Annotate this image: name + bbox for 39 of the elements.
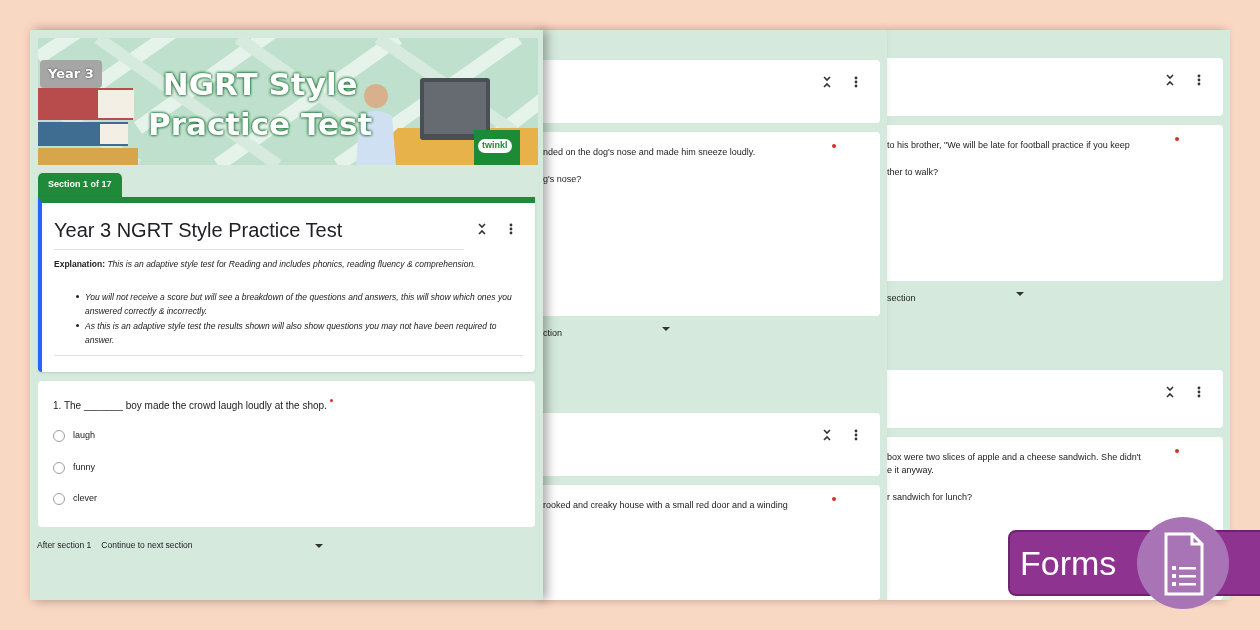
question-text: to his brother, "We will be late for football practice if you keep (887, 138, 1130, 152)
collapse-icon[interactable] (477, 222, 487, 235)
after-section-label: After section 1 (37, 539, 92, 552)
question-text: box were two slices of apple and a cheese sandwich. She didn't e it anyway. (887, 451, 1141, 478)
collapse-icon[interactable] (1165, 386, 1175, 399)
more-icon[interactable] (854, 429, 858, 442)
caret-icon (662, 326, 670, 331)
more-icon[interactable] (1197, 386, 1201, 399)
question-text: r sandwich for lunch? (887, 491, 973, 505)
description: Explanation: This is an adaptive style test for Reading and includes phonics, reading fluency & comprehension. (54, 257, 477, 271)
collapse-icon[interactable] (1165, 74, 1175, 86)
banner-title: NGRT Style Practice Test (148, 65, 373, 144)
caret-icon (1015, 291, 1024, 296)
more-icon[interactable] (854, 76, 858, 88)
forms-label: Forms (1020, 542, 1117, 584)
bullet-text: As this is an adaptive style test the results shown will also show questions you may not have been required to answer. (85, 320, 498, 348)
caret-icon (315, 543, 324, 548)
question-text: g's nose? (543, 172, 582, 186)
bullet-text: You will not receive a score but will see a breakdown of the questions and answers, this will show which ones you answered correctly & incorrectly. (85, 291, 513, 319)
more-icon[interactable] (509, 222, 513, 235)
option-label: laugh (73, 429, 96, 443)
question-text: nded on the dog's nose and made him sneeze loudly. (543, 145, 756, 159)
option-label: funny (73, 460, 96, 474)
bullet-icon (76, 324, 79, 328)
form-title: Year 3 NGRT Style Practice Test (54, 217, 344, 243)
bullet-icon (76, 295, 79, 299)
dropdown-value[interactable]: section (887, 291, 916, 306)
section-dropdown[interactable]: Continue to next section (101, 539, 324, 552)
year-label: Year 3 (40, 60, 102, 88)
logo: twinkl (478, 139, 512, 153)
dropdown-value[interactable]: ction (543, 326, 562, 341)
collapse-icon[interactable] (822, 76, 832, 88)
collapse-icon[interactable] (822, 429, 832, 442)
question-text: 1. The _______ boy made the crowd laugh loudly at the shop. (53, 399, 327, 414)
section-tab[interactable]: Section 1 of 17 (38, 173, 122, 197)
more-icon[interactable] (1197, 74, 1201, 86)
option-label: clever (73, 492, 97, 506)
question-text: rooked and creaky house with a small red door and a winding (543, 498, 788, 512)
question-text: ther to walk? (887, 165, 939, 179)
